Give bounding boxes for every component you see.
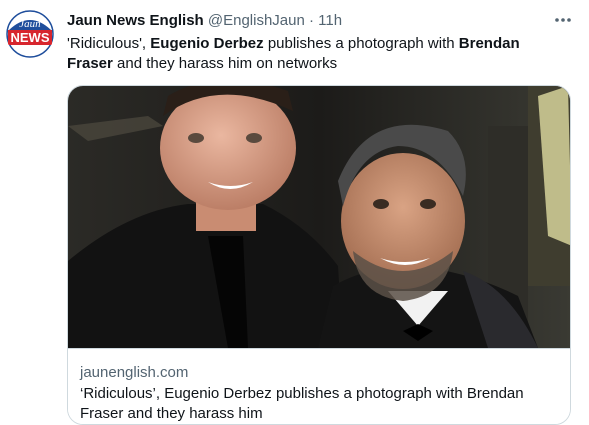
- card-photo: [68, 86, 570, 348]
- tweet-timestamp[interactable]: 11h: [318, 12, 342, 29]
- header-separator: ·: [309, 12, 314, 29]
- author-avatar[interactable]: Jaun NEWS: [6, 10, 54, 58]
- card-domain: jaunenglish.com: [80, 364, 189, 381]
- tweet-header: Jaun News English @EnglishJaun · 11h: [67, 11, 549, 31]
- card-title: ‘Ridiculous’, Eugenio Derbez publishes a…: [80, 385, 524, 422]
- author-name[interactable]: Jaun News English: [67, 12, 204, 29]
- svg-text:NEWS: NEWS: [11, 30, 50, 45]
- link-card[interactable]: jaunenglish.com ‘Ridiculous’, Eugenio De…: [67, 85, 571, 425]
- tweet-text-part: and they harass him on networks: [117, 55, 338, 72]
- more-horizontal-icon: [555, 18, 571, 22]
- tweet[interactable]: Jaun NEWS Jaun News English @EnglishJaun…: [0, 0, 589, 425]
- more-options-button[interactable]: [551, 10, 575, 30]
- jaun-news-logo: Jaun NEWS: [6, 10, 54, 58]
- author-handle[interactable]: @EnglishJaun: [208, 12, 305, 29]
- card-meta: jaunenglish.com ‘Ridiculous’, Eugenio De…: [68, 348, 570, 424]
- tweet-text-part: 'Ridiculous',: [67, 35, 147, 52]
- tweet-text-part: publishes a photograph with: [267, 35, 455, 52]
- svg-text:Jaun: Jaun: [19, 18, 41, 30]
- tweet-text-bold: Eugenio Derbez: [150, 35, 264, 52]
- tweet-text: 'Ridiculous', Eugenio Derbez publishes a…: [67, 34, 567, 74]
